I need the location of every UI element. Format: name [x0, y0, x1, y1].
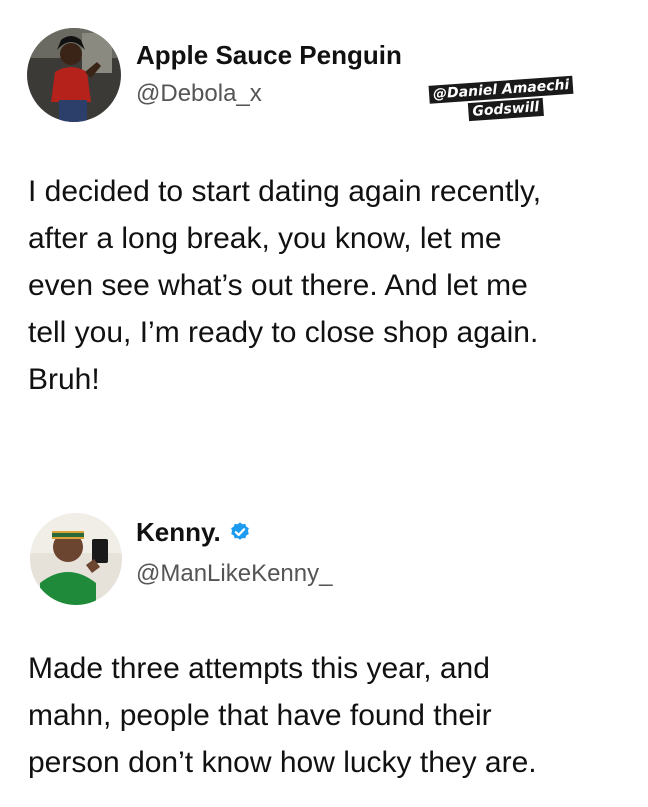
- author-name[interactable]: Apple Sauce Penguin: [136, 40, 402, 70]
- tweet-text-line: after a long break, you know, let me: [28, 222, 502, 255]
- watermark-line-1: @Daniel Amaechi: [428, 75, 574, 104]
- tweet-text-line: even see what’s out there. And let me: [28, 269, 528, 302]
- author-handle[interactable]: @Debola_x: [136, 80, 262, 108]
- tweet-text-line: person don’t know how lucky they are.: [28, 746, 537, 779]
- verified-badge-icon: [229, 521, 251, 543]
- tweet-text-line: tell you, I’m ready to close shop again.: [28, 316, 539, 349]
- author-handle[interactable]: @ManLikeKenny_: [136, 560, 332, 588]
- tweet-text: I decided to start dating again recently…: [28, 168, 628, 403]
- watermark: @Daniel Amaechi Godswill: [428, 74, 598, 133]
- author-name[interactable]: Kenny.: [136, 517, 221, 547]
- tweet-text: Made three attempts this year, and mahn,…: [28, 645, 628, 786]
- avatar[interactable]: [30, 513, 122, 605]
- tweet-text-line: I decided to start dating again recently…: [28, 175, 542, 208]
- tweet-text-line: Made three attempts this year, and: [28, 652, 490, 685]
- profile-photo-icon: [27, 28, 121, 122]
- avatar[interactable]: [27, 28, 121, 122]
- tweet-1: Apple Sauce Penguin @Debola_x @Daniel Am…: [0, 0, 648, 440]
- author-name-row: Kenny.: [136, 517, 251, 547]
- tweet-text-line: mahn, people that have found their: [28, 699, 492, 732]
- watermark-line-2: Godswill: [467, 97, 544, 122]
- profile-photo-icon: [30, 513, 122, 605]
- tweet-text-line: Bruh!: [28, 363, 100, 396]
